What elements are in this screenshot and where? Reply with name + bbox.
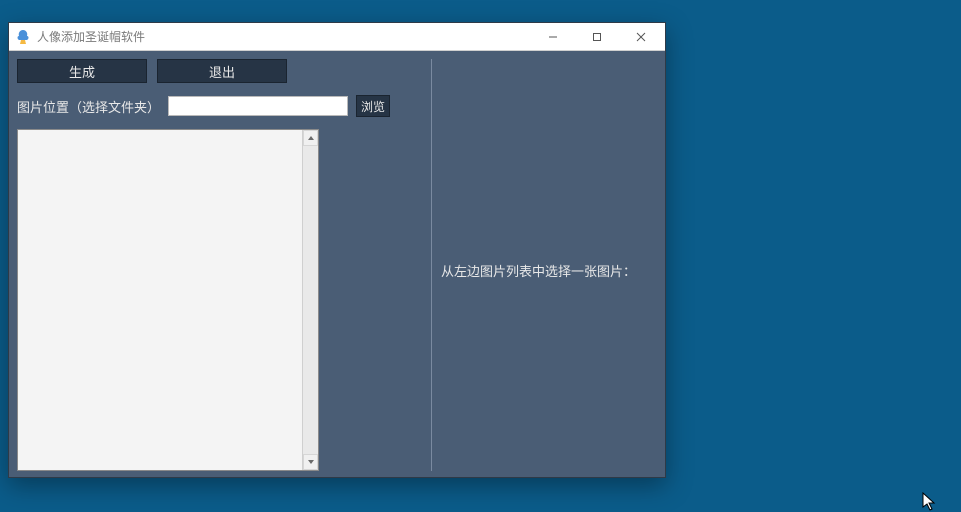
maximize-button[interactable] xyxy=(575,23,619,50)
toolbar: 生成 退出 xyxy=(17,59,287,83)
scroll-down-button[interactable] xyxy=(303,454,318,470)
close-button[interactable] xyxy=(619,23,663,50)
mouse-cursor-icon xyxy=(922,492,938,512)
listbox-content xyxy=(18,130,302,470)
path-row: 图片位置（选择文件夹） 浏览 xyxy=(17,95,390,117)
window-controls xyxy=(531,23,663,50)
vertical-divider xyxy=(431,59,432,471)
exit-button[interactable]: 退出 xyxy=(157,59,287,83)
minimize-button[interactable] xyxy=(531,23,575,50)
image-listbox[interactable] xyxy=(17,129,319,471)
path-input[interactable] xyxy=(168,96,348,116)
window-title: 人像添加圣诞帽软件 xyxy=(37,28,531,45)
client-area: 生成 退出 图片位置（选择文件夹） 浏览 从左边图片列表中选择一张图片： xyxy=(9,51,665,477)
listbox-scrollbar[interactable] xyxy=(302,130,318,470)
app-icon xyxy=(15,29,31,45)
scroll-up-button[interactable] xyxy=(303,130,318,146)
generate-button[interactable]: 生成 xyxy=(17,59,147,83)
right-panel-hint: 从左边图片列表中选择一张图片： xyxy=(441,261,651,280)
browse-button[interactable]: 浏览 xyxy=(356,95,390,117)
app-window: 人像添加圣诞帽软件 生成 退出 图片位置（选择文件夹） 浏览 xyxy=(8,22,666,478)
titlebar: 人像添加圣诞帽软件 xyxy=(9,23,665,51)
path-label: 图片位置（选择文件夹） xyxy=(17,97,160,116)
